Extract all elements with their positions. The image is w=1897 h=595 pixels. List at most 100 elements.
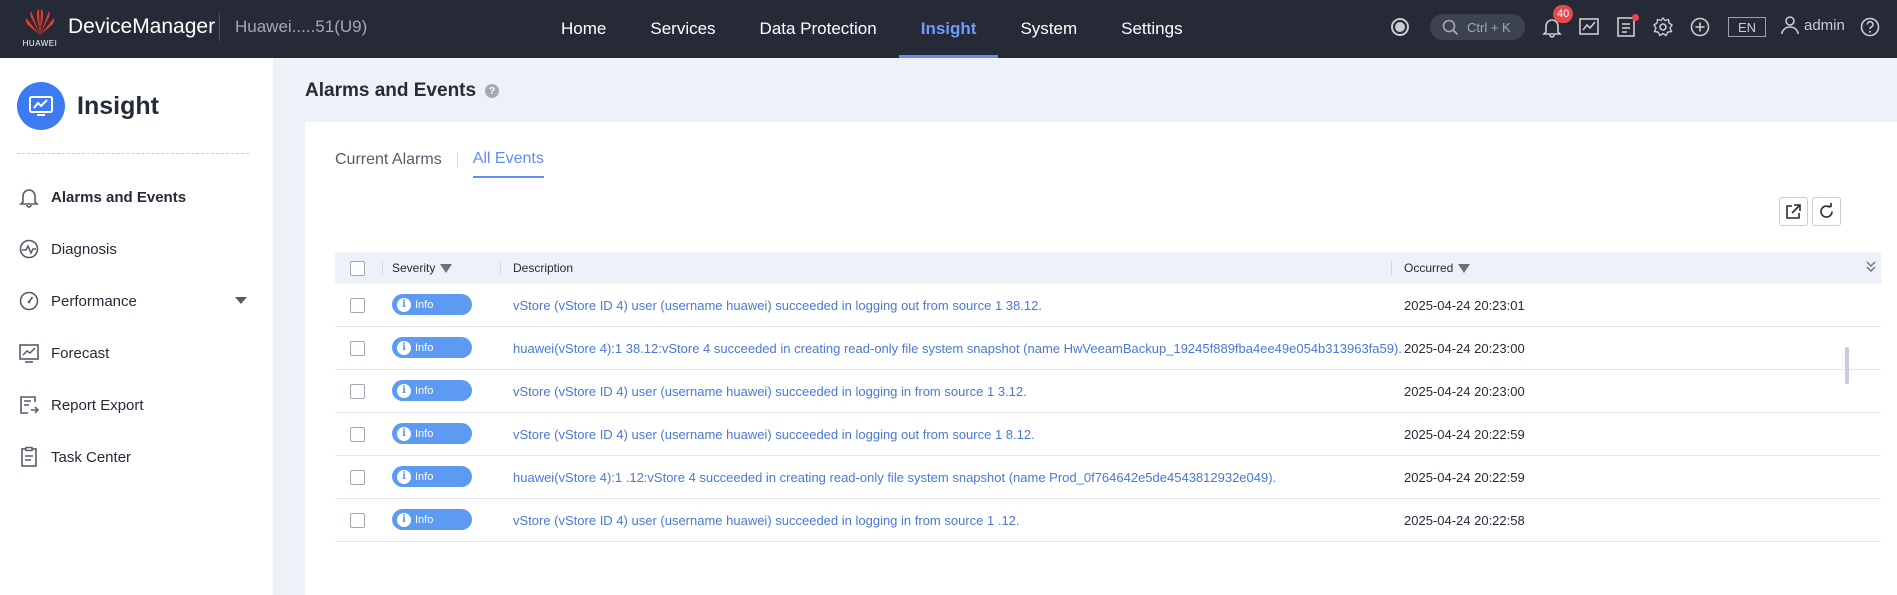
header-occurred-label: Occurred bbox=[1404, 261, 1454, 275]
add-icon[interactable] bbox=[1687, 14, 1713, 40]
nav-data-protection[interactable]: Data Protection bbox=[738, 0, 899, 58]
row-checkbox[interactable] bbox=[350, 427, 365, 442]
help-icon[interactable] bbox=[1857, 14, 1883, 40]
header-severity-label: Severity bbox=[392, 261, 436, 275]
user-menu[interactable]: admin bbox=[1780, 15, 1845, 35]
column-divider bbox=[1391, 261, 1392, 275]
device-selector[interactable]: Huawei.....51(U9) bbox=[235, 17, 367, 37]
tab-all-events[interactable]: All Events bbox=[472, 150, 544, 178]
page-title: Alarms and Events ? bbox=[305, 80, 500, 102]
nav-home[interactable]: Home bbox=[539, 0, 628, 58]
event-description[interactable]: vStore (vStore ID 4) user (username huaw… bbox=[513, 513, 1020, 528]
search-shortcut: Ctrl + K bbox=[1467, 19, 1511, 35]
severity-label: Info bbox=[415, 470, 434, 483]
header-occurred: Occurred bbox=[1404, 252, 1471, 284]
report-icon bbox=[20, 396, 40, 414]
occurred-time: 2025-04-24 20:23:01 bbox=[1404, 298, 1525, 313]
main-nav: Home Services Data Protection Insight Sy… bbox=[539, 0, 1205, 58]
row-checkbox[interactable] bbox=[350, 470, 365, 485]
refresh-icon bbox=[1820, 203, 1833, 218]
nav-system[interactable]: System bbox=[998, 0, 1099, 58]
event-description[interactable]: vStore (vStore ID 4) user (username huaw… bbox=[513, 384, 1027, 399]
sidebar-item-task-center[interactable]: Task Center bbox=[0, 437, 273, 477]
info-icon: i bbox=[397, 340, 411, 355]
column-divider bbox=[500, 261, 501, 275]
row-checkbox[interactable] bbox=[350, 341, 365, 356]
table-scrollbar[interactable] bbox=[1845, 347, 1849, 384]
info-icon: i bbox=[397, 512, 411, 527]
column-settings-icon[interactable] bbox=[1865, 260, 1877, 274]
notification-dot bbox=[1632, 14, 1639, 21]
clipboard-icon bbox=[21, 446, 37, 467]
row-checkbox[interactable] bbox=[350, 384, 365, 399]
event-description[interactable]: huawei(vStore 4):1 .12:vStore 4 succeede… bbox=[513, 470, 1276, 485]
insight-icon bbox=[17, 82, 65, 130]
tab-bar: Current Alarms All Events bbox=[335, 150, 544, 178]
occurred-time: 2025-04-24 20:23:00 bbox=[1404, 384, 1525, 399]
nav-services[interactable]: Services bbox=[628, 0, 737, 58]
event-description[interactable]: vStore (vStore ID 4) user (username huaw… bbox=[513, 298, 1042, 313]
diagnosis-icon bbox=[19, 239, 39, 259]
occurred-time: 2025-04-24 20:22:59 bbox=[1404, 470, 1525, 485]
sidebar-item-label: Task Center bbox=[51, 448, 132, 466]
username: admin bbox=[1804, 16, 1845, 34]
sidebar-item-report-export[interactable]: Report Export bbox=[0, 385, 273, 425]
select-all-checkbox-cell bbox=[350, 252, 365, 284]
chevron-down-icon[interactable] bbox=[235, 297, 247, 304]
occurred-time: 2025-04-24 20:23:00 bbox=[1404, 341, 1525, 356]
sidebar-item-label: Report Export bbox=[51, 396, 144, 414]
theme-icon[interactable] bbox=[1387, 14, 1413, 40]
events-table: Severity Description Occurred i Info vSto… bbox=[335, 252, 1881, 542]
table-row[interactable]: i Info vStore (vStore ID 4) user (usernam… bbox=[335, 284, 1881, 327]
app-title: DeviceManager bbox=[68, 15, 216, 38]
severity-badge: i Info bbox=[392, 509, 472, 530]
sidebar-item-forecast[interactable]: Forecast bbox=[0, 333, 273, 373]
user-icon bbox=[1781, 16, 1799, 35]
severity-label: Info bbox=[415, 341, 434, 354]
gauge-icon bbox=[19, 291, 39, 311]
export-button[interactable] bbox=[1779, 197, 1808, 226]
event-description[interactable]: huawei(vStore 4):1 38.12:vStore 4 succee… bbox=[513, 341, 1402, 356]
header-description: Description bbox=[513, 261, 574, 275]
table-row[interactable]: i Info vStore (vStore ID 4) user (usernam… bbox=[335, 370, 1881, 413]
sidebar-item-label: Performance bbox=[51, 292, 137, 310]
language-selector[interactable]: EN bbox=[1728, 17, 1766, 37]
chart-icon bbox=[19, 344, 39, 363]
filter-icon[interactable] bbox=[440, 263, 453, 273]
huawei-logo: HUAWEI bbox=[20, 7, 60, 51]
occurred-time: 2025-04-24 20:22:58 bbox=[1404, 513, 1525, 528]
info-icon: i bbox=[397, 426, 411, 441]
huawei-logo-icon bbox=[25, 9, 55, 35]
search-button[interactable]: Ctrl + K bbox=[1430, 14, 1525, 40]
select-all-checkbox[interactable] bbox=[350, 260, 365, 276]
export-icon bbox=[1786, 204, 1801, 219]
row-checkbox[interactable] bbox=[350, 513, 365, 528]
gear-icon[interactable] bbox=[1650, 14, 1676, 40]
help-icon[interactable]: ? bbox=[485, 84, 500, 98]
event-description[interactable]: vStore (vStore ID 4) user (username huaw… bbox=[513, 427, 1035, 442]
sidebar-item-performance[interactable]: Performance bbox=[0, 281, 273, 321]
sidebar-title: Insight bbox=[77, 91, 159, 120]
table-row[interactable]: i Info huawei(vStore 4):1 38.12:vStore 4 … bbox=[335, 327, 1881, 370]
table-row[interactable]: i Info vStore (vStore ID 4) user (usernam… bbox=[335, 413, 1881, 456]
row-checkbox[interactable] bbox=[350, 298, 365, 313]
refresh-button[interactable] bbox=[1812, 197, 1841, 226]
sidebar-item-diagnosis[interactable]: Diagnosis bbox=[0, 229, 273, 269]
column-divider bbox=[382, 261, 383, 275]
severity-label: Info bbox=[415, 427, 434, 440]
alarm-count-badge: 40 bbox=[1553, 5, 1574, 23]
nav-settings[interactable]: Settings bbox=[1099, 0, 1204, 58]
monitor-chart-icon[interactable] bbox=[1576, 14, 1602, 40]
table-row[interactable]: i Info vStore (vStore ID 4) user (usernam… bbox=[335, 499, 1881, 542]
severity-badge: i Info bbox=[392, 423, 472, 444]
table-row[interactable]: i Info huawei(vStore 4):1 .12:vStore 4 su… bbox=[335, 456, 1881, 499]
tab-current-alarms[interactable]: Current Alarms bbox=[335, 151, 442, 177]
severity-label: Info bbox=[415, 513, 434, 526]
nav-insight[interactable]: Insight bbox=[898, 0, 999, 58]
sidebar-item-label: Alarms and Events bbox=[51, 188, 187, 206]
info-icon: i bbox=[397, 297, 411, 312]
severity-badge: i Info bbox=[392, 294, 472, 315]
sidebar-item-alarms-and-events[interactable]: Alarms and Events bbox=[0, 177, 273, 217]
filter-icon[interactable] bbox=[1458, 263, 1471, 273]
sidebar-divider bbox=[17, 153, 249, 154]
